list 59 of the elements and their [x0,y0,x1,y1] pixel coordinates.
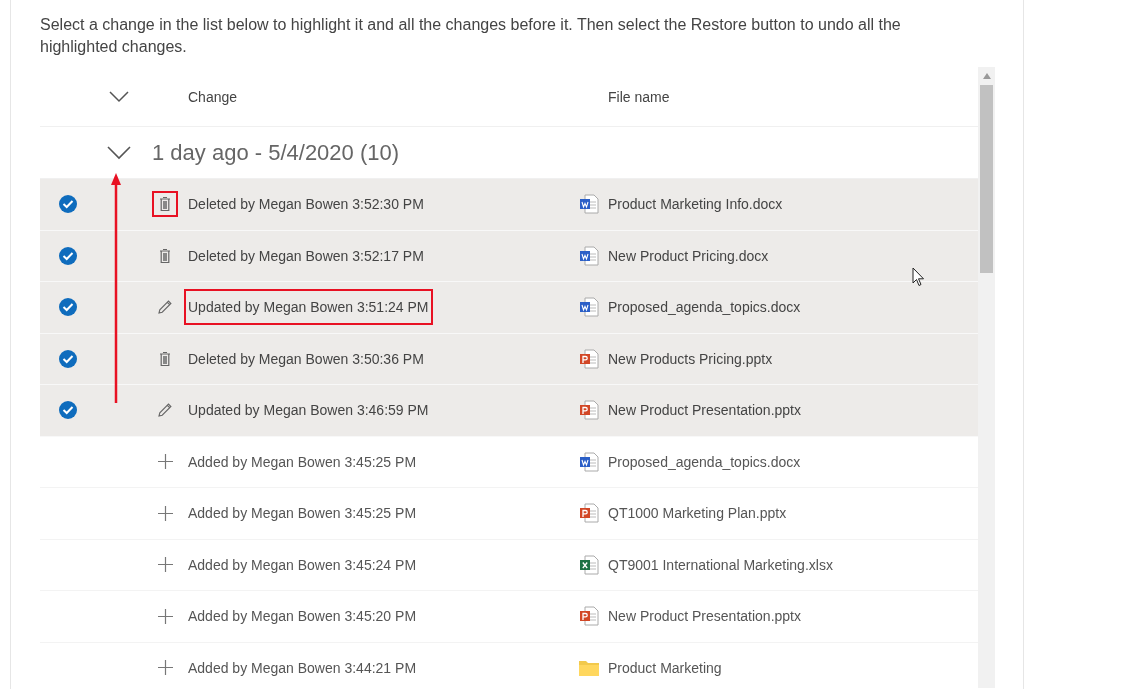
change-text: Updated by Megan Bowen 3:51:24 PM [184,289,433,326]
document-icon [579,194,599,215]
plus-icon [157,505,173,521]
file-name[interactable]: New Product Pricing.docx [608,247,769,264]
file-name[interactable]: Product Marketing [608,659,722,676]
change-text: Deleted by Megan Bowen 3:50:36 PM [187,349,425,369]
change-row[interactable]: Updated by Megan Bowen 3:51:24 PM Proposed_agenda_topics.docx [40,282,978,334]
plus-icon [157,454,173,470]
checkmark-circle-icon[interactable] [58,245,78,266]
change-text: Added by Megan Bowen 3:45:25 PM [187,504,418,524]
folder-icon [579,659,599,676]
scrollbar-thumb[interactable] [980,85,993,273]
checkmark-circle-icon[interactable] [58,194,78,215]
pencil-icon [157,299,173,316]
plus-icon [157,608,173,624]
checkmark-circle-icon[interactable] [58,297,78,318]
trash-icon [159,247,171,264]
column-header[interactable]: File name [608,88,670,105]
trash-icon [159,196,171,213]
trash-icon [159,350,171,367]
column-header[interactable]: Change [188,88,238,105]
change-text: Deleted by Megan Bowen 3:52:17 PM [187,246,425,266]
document-icon [579,348,599,369]
file-name[interactable]: New Products Pricing.pptx [608,350,773,367]
file-name[interactable]: Proposed_agenda_topics.docx [608,299,801,316]
file-name[interactable]: Product Marketing Info.docx [608,196,783,213]
scrollbar[interactable] [978,67,995,688]
change-text: Added by Megan Bowen 3:45:24 PM [187,555,418,575]
document-icon [579,451,599,472]
change-row[interactable]: Deleted by Megan Bowen 3:52:30 PM Product Marketing Info.docx [40,179,978,231]
document-icon [579,503,599,524]
document-icon [579,400,599,421]
change-row[interactable]: Deleted by Megan Bowen 3:50:36 PM New Products Pricing.pptx [40,333,978,385]
change-text: Added by Megan Bowen 3:45:20 PM [187,607,418,627]
file-name[interactable]: QT1000 Marketing Plan.pptx [608,505,787,522]
change-text: Updated by Megan Bowen 3:46:59 PM [187,401,430,421]
change-text: Deleted by Megan Bowen 3:52:30 PM [187,195,425,215]
chevron-down-icon[interactable] [107,145,131,160]
file-name[interactable]: New Product Presentation.pptx [608,402,801,419]
file-name[interactable]: QT9001 International Marketing.xlsx [608,556,833,573]
document-icon [579,554,599,575]
plus-icon [157,660,173,676]
instructions-text: Select a change in the list below to highlight it and all the changes before it. Then select the Restore button to undo all the highlighted changes. [40,15,902,57]
plus-icon [157,557,173,573]
change-row[interactable]: Updated by Megan Bowen 3:46:59 PM New Product Presentation.pptx [40,385,978,437]
pencil-icon [157,402,173,419]
file-name[interactable]: Proposed_agenda_topics.docx [608,453,801,470]
group-header[interactable]: 1 day ago - 5/4/2020 (10) [142,139,400,166]
change-text: Added by Megan Bowen 3:45:25 PM [187,452,418,472]
document-icon [579,606,599,627]
mouse-pointer-icon [912,267,925,287]
checkmark-circle-icon[interactable] [58,400,78,421]
document-icon [579,297,599,318]
file-name[interactable]: New Product Presentation.pptx [608,608,801,625]
change-row[interactable]: Deleted by Megan Bowen 3:52:17 PM New Product Pricing.docx [40,230,978,282]
chevron-down-icon[interactable] [109,90,129,103]
checkmark-circle-icon[interactable] [58,348,78,369]
document-icon [579,245,599,266]
change-text: Added by Megan Bowen 3:44:21 PM [187,658,418,678]
